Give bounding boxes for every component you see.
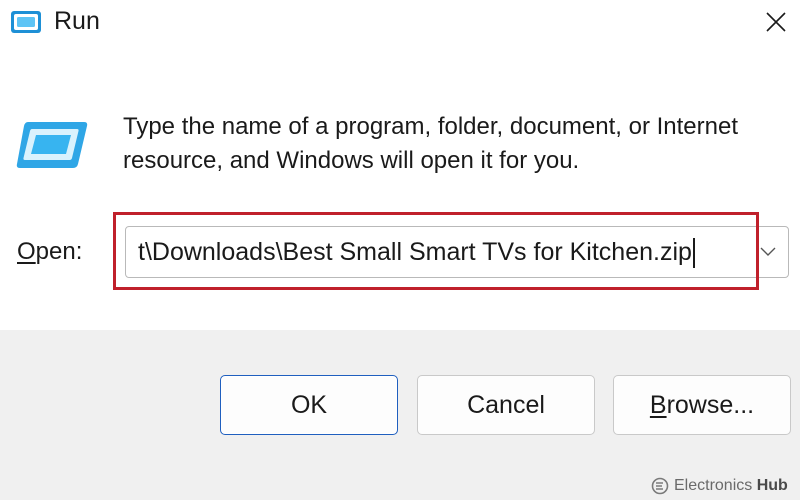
open-combobox[interactable]: t\Downloads\Best Small Smart TVs for Kit… (125, 226, 789, 278)
run-dialog: Run Type the name of a program, folder, … (0, 0, 800, 500)
dropdown-button[interactable] (748, 227, 788, 277)
open-label-text: pen: (35, 238, 83, 265)
chevron-down-icon (760, 247, 776, 256)
run-icon (16, 122, 88, 168)
browse-button[interactable]: Browse... (613, 375, 791, 435)
browse-mnemonic: B (649, 390, 667, 419)
open-label-mnemonic: O (17, 238, 36, 265)
watermark-text: Electronics Hub (674, 477, 788, 495)
watermark-brand-bold: Hub (756, 477, 788, 494)
description-text: Type the name of a program, folder, docu… (123, 113, 739, 174)
title-bar: Run (0, 0, 800, 44)
open-input-value: t\Downloads\Best Small Smart TVs for Kit… (138, 238, 692, 266)
ok-button[interactable]: OK (220, 375, 398, 435)
browse-label: rowse... (666, 390, 755, 419)
close-icon (766, 12, 786, 32)
window-title: Run (54, 7, 100, 35)
run-icon (11, 11, 41, 33)
text-caret (692, 238, 695, 269)
close-button[interactable] (752, 0, 800, 44)
open-label: Open: (17, 236, 82, 268)
cancel-button[interactable]: Cancel (417, 375, 595, 435)
electronics-hub-logo-icon (651, 477, 669, 495)
watermark-brand: Electronics (674, 477, 753, 494)
open-input[interactable]: t\Downloads\Best Small Smart TVs for Kit… (126, 227, 746, 277)
